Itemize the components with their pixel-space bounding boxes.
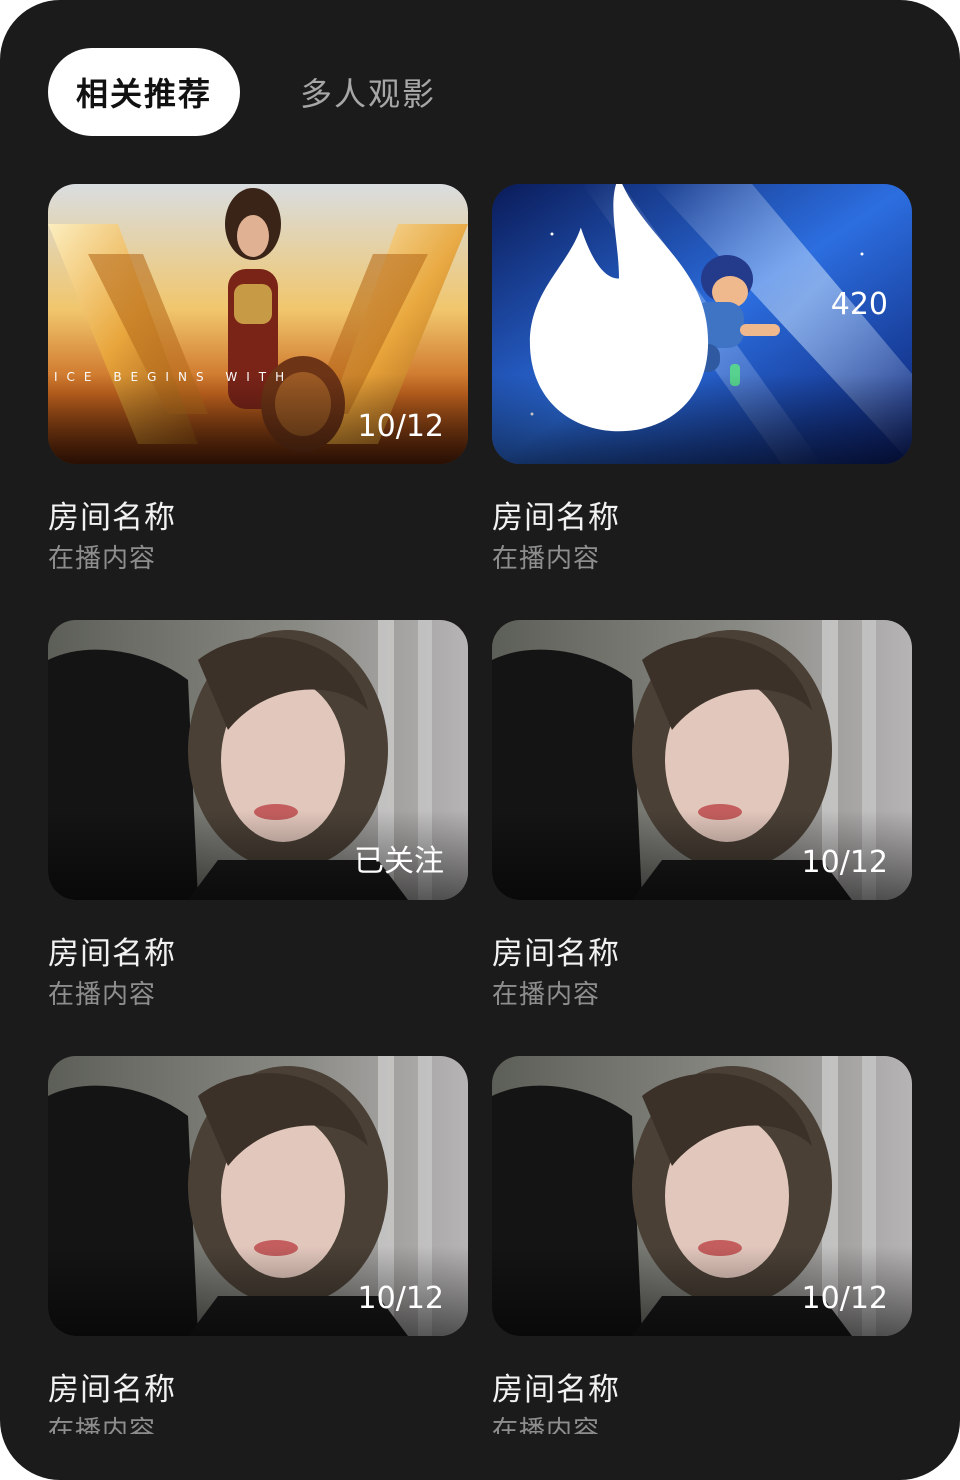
room-thumbnail-portrait: 10/12: [492, 1056, 912, 1336]
room-card[interactable]: 420 房间名称 在播内容: [492, 184, 912, 574]
now-playing-text: 在播内容: [48, 980, 157, 1010]
viewer-count-badge: 10/12: [357, 409, 444, 444]
room-thumbnail-portrait: 已关注: [48, 620, 468, 900]
room-name: 房间名称: [492, 936, 620, 972]
related-panel: 相关推荐 多人观影 10/12 房间名称 在播内容 420 房间名称 在播内容 …: [0, 0, 960, 1480]
viewer-count-badge: 10/12: [801, 845, 888, 880]
now-playing-text: 在播内容: [48, 1416, 157, 1434]
room-name: 房间名称: [48, 1372, 176, 1408]
room-name: 房间名称: [48, 500, 176, 536]
room-card[interactable]: 10/12 房间名称 在播内容: [48, 1056, 468, 1434]
room-name: 房间名称: [492, 500, 620, 536]
room-thumbnail-portrait: 10/12: [48, 1056, 468, 1336]
now-playing-text: 在播内容: [492, 980, 601, 1010]
room-card[interactable]: 已关注 房间名称 在播内容: [48, 620, 468, 1010]
tab-related-recommendations[interactable]: 相关推荐: [48, 48, 240, 136]
tab-group-watch[interactable]: 多人观影: [298, 48, 438, 136]
room-thumbnail-space-boy: 420: [492, 184, 912, 464]
viewer-count-badge: 10/12: [801, 1281, 888, 1316]
room-card[interactable]: 10/12 房间名称 在播内容: [492, 620, 912, 1010]
room-thumbnail-portrait: 10/12: [492, 620, 912, 900]
popularity-badge: 420: [492, 184, 888, 444]
fire-icon: [529, 184, 708, 432]
room-card[interactable]: 10/12 房间名称 在播内容: [492, 1056, 912, 1434]
followed-badge: 已关注: [354, 844, 444, 879]
now-playing-text: 在播内容: [492, 1416, 601, 1434]
room-grid: ICE BEGINS WITH 10/12 房间名称 在播内容: [48, 184, 912, 1434]
room-name: 房间名称: [492, 1372, 620, 1408]
viewer-count-badge: 10/12: [357, 1281, 444, 1316]
tab-bar: 相关推荐 多人观影: [48, 48, 438, 136]
room-thumbnail-wonder-woman: ICE BEGINS WITH 10/12: [48, 184, 468, 464]
now-playing-text: 在播内容: [492, 544, 601, 574]
room-card[interactable]: ICE BEGINS WITH 10/12 房间名称 在播内容: [48, 184, 468, 574]
now-playing-text: 在播内容: [48, 544, 157, 574]
room-name: 房间名称: [48, 936, 176, 972]
